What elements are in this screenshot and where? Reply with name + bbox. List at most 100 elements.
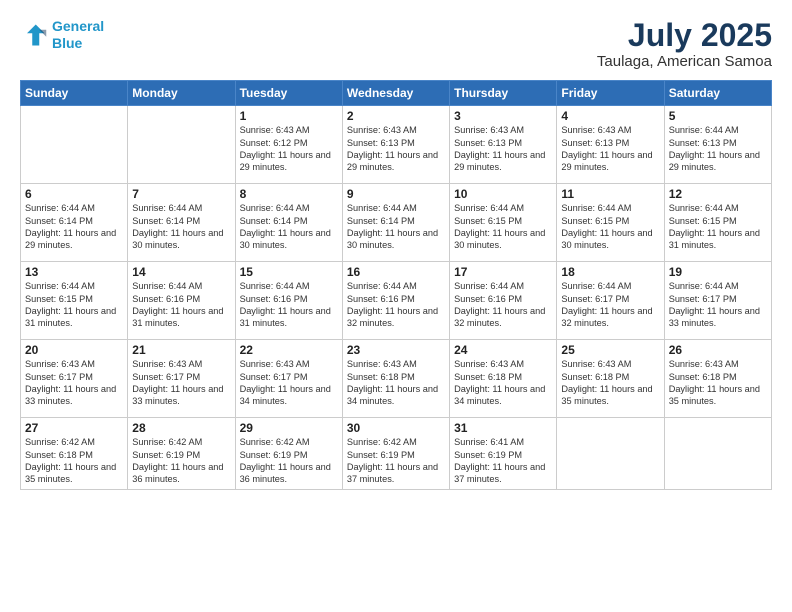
day-info: Sunrise: 6:44 AM Sunset: 6:17 PM Dayligh… (561, 280, 659, 330)
calendar-cell: 1Sunrise: 6:43 AM Sunset: 6:12 PM Daylig… (235, 106, 342, 184)
weekday-header: Tuesday (235, 81, 342, 106)
calendar-cell: 18Sunrise: 6:44 AM Sunset: 6:17 PM Dayli… (557, 262, 664, 340)
calendar-cell: 25Sunrise: 6:43 AM Sunset: 6:18 PM Dayli… (557, 340, 664, 418)
day-info: Sunrise: 6:44 AM Sunset: 6:15 PM Dayligh… (454, 202, 552, 252)
calendar-cell: 10Sunrise: 6:44 AM Sunset: 6:15 PM Dayli… (450, 184, 557, 262)
day-info: Sunrise: 6:43 AM Sunset: 6:18 PM Dayligh… (669, 358, 767, 408)
day-info: Sunrise: 6:42 AM Sunset: 6:18 PM Dayligh… (25, 436, 123, 486)
calendar-cell: 19Sunrise: 6:44 AM Sunset: 6:17 PM Dayli… (664, 262, 771, 340)
day-info: Sunrise: 6:41 AM Sunset: 6:19 PM Dayligh… (454, 436, 552, 486)
day-number: 18 (561, 265, 659, 279)
day-info: Sunrise: 6:44 AM Sunset: 6:16 PM Dayligh… (347, 280, 445, 330)
calendar-cell: 28Sunrise: 6:42 AM Sunset: 6:19 PM Dayli… (128, 418, 235, 490)
day-number: 8 (240, 187, 338, 201)
weekday-header: Friday (557, 81, 664, 106)
calendar-cell: 26Sunrise: 6:43 AM Sunset: 6:18 PM Dayli… (664, 340, 771, 418)
day-number: 15 (240, 265, 338, 279)
day-number: 5 (669, 109, 767, 123)
calendar-cell: 20Sunrise: 6:43 AM Sunset: 6:17 PM Dayli… (21, 340, 128, 418)
day-number: 13 (25, 265, 123, 279)
weekday-header: Monday (128, 81, 235, 106)
day-info: Sunrise: 6:42 AM Sunset: 6:19 PM Dayligh… (240, 436, 338, 486)
day-info: Sunrise: 6:44 AM Sunset: 6:14 PM Dayligh… (132, 202, 230, 252)
day-number: 2 (347, 109, 445, 123)
day-info: Sunrise: 6:44 AM Sunset: 6:14 PM Dayligh… (25, 202, 123, 252)
calendar-cell: 12Sunrise: 6:44 AM Sunset: 6:15 PM Dayli… (664, 184, 771, 262)
day-number: 20 (25, 343, 123, 357)
day-number: 23 (347, 343, 445, 357)
calendar-cell: 9Sunrise: 6:44 AM Sunset: 6:14 PM Daylig… (342, 184, 449, 262)
day-number: 12 (669, 187, 767, 201)
logo-general: General (52, 18, 104, 34)
calendar-cell (557, 418, 664, 490)
calendar-cell (664, 418, 771, 490)
day-info: Sunrise: 6:43 AM Sunset: 6:13 PM Dayligh… (454, 124, 552, 174)
day-number: 25 (561, 343, 659, 357)
weekday-header: Saturday (664, 81, 771, 106)
calendar-cell: 31Sunrise: 6:41 AM Sunset: 6:19 PM Dayli… (450, 418, 557, 490)
day-number: 22 (240, 343, 338, 357)
day-number: 29 (240, 421, 338, 435)
day-number: 10 (454, 187, 552, 201)
calendar-cell: 14Sunrise: 6:44 AM Sunset: 6:16 PM Dayli… (128, 262, 235, 340)
day-info: Sunrise: 6:42 AM Sunset: 6:19 PM Dayligh… (347, 436, 445, 486)
calendar-cell: 15Sunrise: 6:44 AM Sunset: 6:16 PM Dayli… (235, 262, 342, 340)
calendar-cell: 4Sunrise: 6:43 AM Sunset: 6:13 PM Daylig… (557, 106, 664, 184)
logo-blue: Blue (52, 35, 82, 51)
day-info: Sunrise: 6:43 AM Sunset: 6:13 PM Dayligh… (561, 124, 659, 174)
day-info: Sunrise: 6:43 AM Sunset: 6:17 PM Dayligh… (25, 358, 123, 408)
calendar-cell (21, 106, 128, 184)
day-number: 4 (561, 109, 659, 123)
logo-icon (20, 21, 48, 49)
day-number: 31 (454, 421, 552, 435)
day-info: Sunrise: 6:44 AM Sunset: 6:16 PM Dayligh… (240, 280, 338, 330)
page: General Blue July 2025 Taulaga, American… (0, 0, 792, 612)
location-subtitle: Taulaga, American Samoa (597, 53, 772, 70)
day-info: Sunrise: 6:44 AM Sunset: 6:17 PM Dayligh… (669, 280, 767, 330)
title-block: July 2025 Taulaga, American Samoa (597, 18, 772, 70)
day-info: Sunrise: 6:44 AM Sunset: 6:15 PM Dayligh… (25, 280, 123, 330)
calendar-cell: 22Sunrise: 6:43 AM Sunset: 6:17 PM Dayli… (235, 340, 342, 418)
day-number: 26 (669, 343, 767, 357)
calendar-cell: 3Sunrise: 6:43 AM Sunset: 6:13 PM Daylig… (450, 106, 557, 184)
calendar-cell: 8Sunrise: 6:44 AM Sunset: 6:14 PM Daylig… (235, 184, 342, 262)
calendar-cell: 11Sunrise: 6:44 AM Sunset: 6:15 PM Dayli… (557, 184, 664, 262)
weekday-header: Sunday (21, 81, 128, 106)
weekday-header: Wednesday (342, 81, 449, 106)
day-info: Sunrise: 6:44 AM Sunset: 6:14 PM Dayligh… (347, 202, 445, 252)
calendar-cell: 2Sunrise: 6:43 AM Sunset: 6:13 PM Daylig… (342, 106, 449, 184)
day-number: 11 (561, 187, 659, 201)
calendar-cell: 6Sunrise: 6:44 AM Sunset: 6:14 PM Daylig… (21, 184, 128, 262)
logo: General Blue (20, 18, 104, 52)
calendar-cell: 24Sunrise: 6:43 AM Sunset: 6:18 PM Dayli… (450, 340, 557, 418)
calendar-cell: 13Sunrise: 6:44 AM Sunset: 6:15 PM Dayli… (21, 262, 128, 340)
day-info: Sunrise: 6:44 AM Sunset: 6:16 PM Dayligh… (132, 280, 230, 330)
day-number: 16 (347, 265, 445, 279)
day-number: 27 (25, 421, 123, 435)
month-title: July 2025 (597, 18, 772, 53)
calendar-cell: 29Sunrise: 6:42 AM Sunset: 6:19 PM Dayli… (235, 418, 342, 490)
calendar-cell: 27Sunrise: 6:42 AM Sunset: 6:18 PM Dayli… (21, 418, 128, 490)
day-info: Sunrise: 6:44 AM Sunset: 6:13 PM Dayligh… (669, 124, 767, 174)
day-info: Sunrise: 6:44 AM Sunset: 6:15 PM Dayligh… (669, 202, 767, 252)
day-info: Sunrise: 6:43 AM Sunset: 6:17 PM Dayligh… (240, 358, 338, 408)
day-number: 7 (132, 187, 230, 201)
day-number: 6 (25, 187, 123, 201)
calendar-cell: 7Sunrise: 6:44 AM Sunset: 6:14 PM Daylig… (128, 184, 235, 262)
day-number: 19 (669, 265, 767, 279)
day-number: 1 (240, 109, 338, 123)
day-number: 30 (347, 421, 445, 435)
calendar-cell: 16Sunrise: 6:44 AM Sunset: 6:16 PM Dayli… (342, 262, 449, 340)
day-number: 14 (132, 265, 230, 279)
day-info: Sunrise: 6:42 AM Sunset: 6:19 PM Dayligh… (132, 436, 230, 486)
day-info: Sunrise: 6:43 AM Sunset: 6:13 PM Dayligh… (347, 124, 445, 174)
day-info: Sunrise: 6:43 AM Sunset: 6:17 PM Dayligh… (132, 358, 230, 408)
day-info: Sunrise: 6:44 AM Sunset: 6:16 PM Dayligh… (454, 280, 552, 330)
day-info: Sunrise: 6:43 AM Sunset: 6:18 PM Dayligh… (561, 358, 659, 408)
calendar-cell: 5Sunrise: 6:44 AM Sunset: 6:13 PM Daylig… (664, 106, 771, 184)
calendar-cell (128, 106, 235, 184)
day-number: 9 (347, 187, 445, 201)
day-info: Sunrise: 6:44 AM Sunset: 6:14 PM Dayligh… (240, 202, 338, 252)
calendar-cell: 30Sunrise: 6:42 AM Sunset: 6:19 PM Dayli… (342, 418, 449, 490)
calendar-cell: 23Sunrise: 6:43 AM Sunset: 6:18 PM Dayli… (342, 340, 449, 418)
